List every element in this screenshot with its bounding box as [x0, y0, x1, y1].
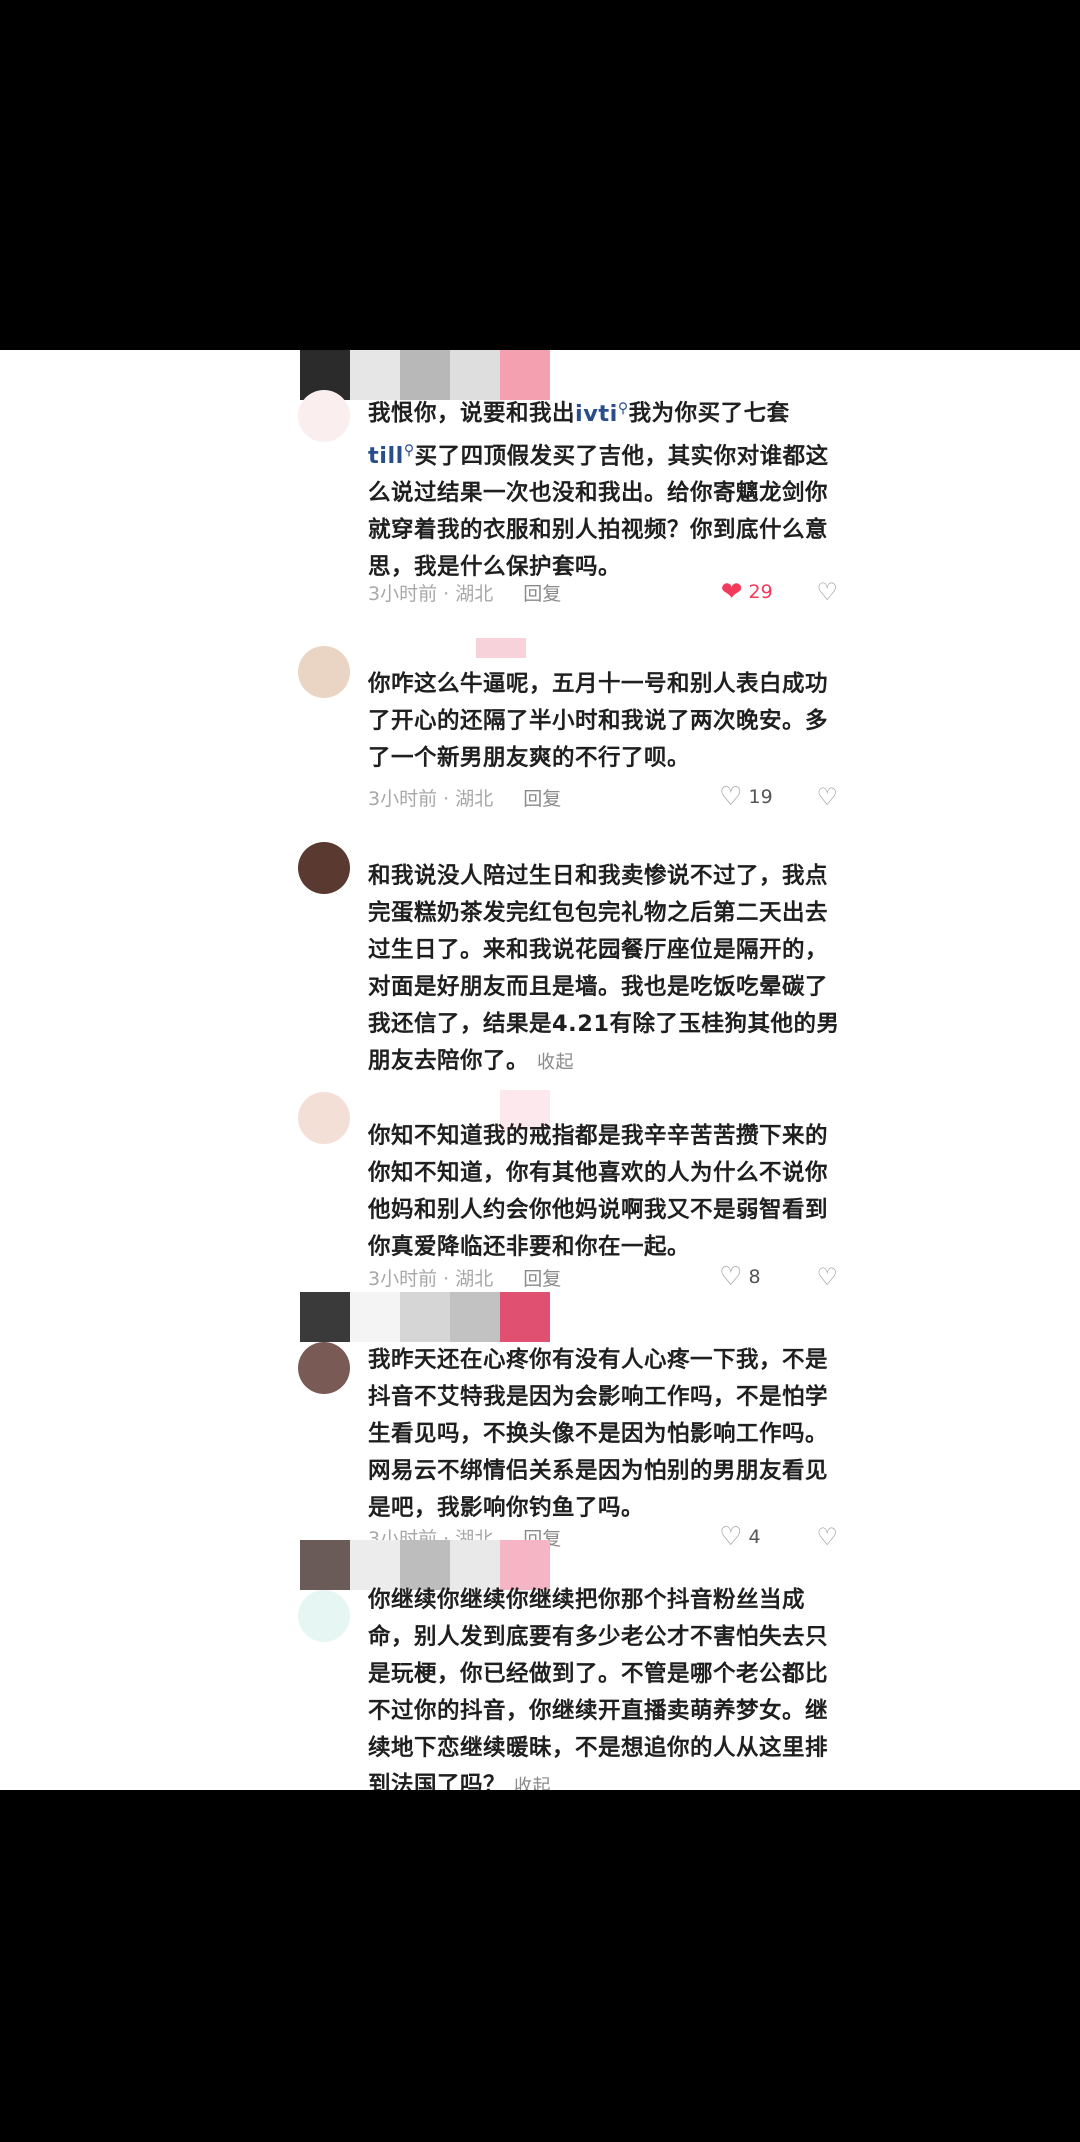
collapse-button[interactable]: 收起 [537, 1052, 574, 1073]
broken-heart-icon[interactable]: ♡ [816, 1265, 838, 1289]
timestamp-location: 3小时前 · 湖北 [368, 787, 494, 810]
comment-text: 你继续你继续你继续把你那个抖音粉丝当成命，别人发到底要有多少老公才不害怕失去只是… [368, 1582, 848, 1790]
broken-heart-icon[interactable]: ♡ [816, 580, 838, 604]
comment-text: 我昨天还在心疼你有没有人心疼一下我，不是抖音不艾特我是因为会影响工作吗，不是怕学… [368, 1347, 829, 1521]
comment-text-part: 我恨你，说要和我出 [368, 400, 576, 427]
collapse-button[interactable]: 收起 [514, 1776, 551, 1790]
avatar[interactable] [298, 842, 350, 894]
comment-text: 你知不知道我的戒指都是我辛辛苦苦攒下来的你知不知道，你有其他喜欢的人为什么不说你… [368, 1123, 829, 1260]
search-icon: ⚲ [403, 442, 415, 459]
comment-text: 你咋这么牛逼呢，五月十一号和别人表白成功了开心的还隔了半小时和我说了两次晚安。多… [368, 671, 829, 771]
comment-meta: 3小时前 · 湖北 回复 ♡ 19 ♡ [368, 782, 838, 812]
search-link[interactable]: ivti⚲ [575, 400, 629, 427]
heart-icon[interactable]: ❤ [721, 579, 743, 605]
like-count: 8 [748, 1266, 761, 1288]
comment-list: 我恨你，说要和我出ivti⚲我为你买了七套 till⚲买了四顶假发买了吉他，其实你… [0, 350, 1080, 1790]
avatar[interactable] [298, 1342, 350, 1394]
reply-button[interactable]: 回复 [523, 1264, 561, 1291]
comment-text-part: 和我说没人陪过生日和我卖惨说不过了，我点完蛋糕奶茶发完红包包完礼物之后第二天出去… [368, 863, 840, 1074]
comment-text-part: 我为你买了七套 [628, 400, 790, 427]
search-link-label: till [368, 443, 404, 469]
search-link-label: ivti [575, 400, 618, 427]
like-count: 19 [748, 786, 773, 808]
broken-heart-icon[interactable]: ♡ [816, 785, 838, 809]
censored-username [300, 1292, 550, 1342]
timestamp-location: 3小时前 · 湖北 [368, 1267, 494, 1290]
comment-meta: 3小时前 · 湖北 回复 ♡ 8 ♡ [368, 1262, 838, 1292]
comment-text-part: 你继续你继续你继续把你那个抖音粉丝当成命，别人发到底要有多少老公才不害怕失去只是… [368, 1587, 829, 1790]
comment-meta: 3小时前 · 湖北 回复 ❤ 29 ♡ [368, 577, 838, 607]
like-count: 29 [748, 581, 773, 603]
avatar[interactable] [298, 646, 350, 698]
reply-button[interactable]: 回复 [523, 784, 561, 811]
comment-text: 和我说没人陪过生日和我卖惨说不过了，我点完蛋糕奶茶发完红包包完礼物之后第二天出去… [368, 858, 848, 1081]
broken-heart-icon[interactable]: ♡ [816, 1525, 838, 1549]
search-icon: ⚲ [617, 400, 629, 416]
like-count: 4 [748, 1526, 761, 1548]
heart-outline-icon[interactable]: ♡ [719, 1264, 742, 1290]
avatar[interactable] [298, 1590, 350, 1642]
comment-text: 我恨你，说要和我出ivti⚲我为你买了七套 till⚲买了四顶假发买了吉他，其实你… [368, 390, 848, 586]
heart-outline-icon[interactable]: ♡ [719, 1524, 742, 1550]
search-link[interactable]: till⚲ [368, 442, 415, 470]
censored-username [476, 638, 526, 658]
comment-text-part: 买了四顶假发买了吉他，其实你对谁都这么说过结果一次也没和我出。给你寄魑龙剑你就穿… [368, 443, 829, 580]
avatar[interactable] [298, 390, 350, 442]
reply-button[interactable]: 回复 [523, 579, 561, 606]
heart-outline-icon[interactable]: ♡ [719, 784, 742, 810]
timestamp-location: 3小时前 · 湖北 [368, 582, 494, 605]
avatar[interactable] [298, 1092, 350, 1144]
